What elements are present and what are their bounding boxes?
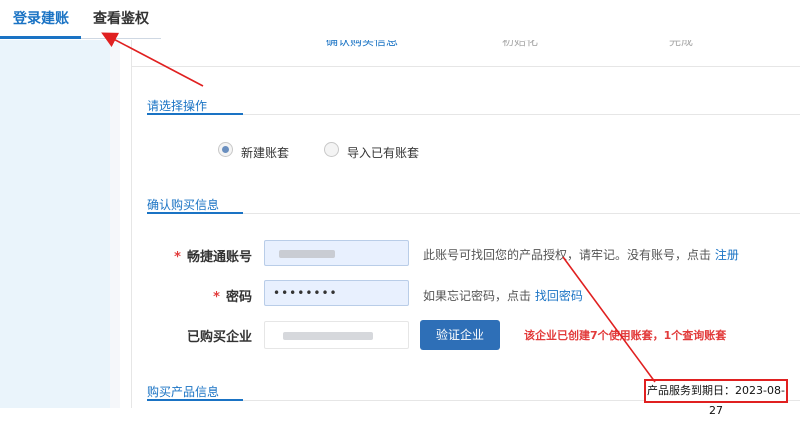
password-hint: 如果忘记密码，点击 找回密码	[423, 289, 583, 303]
step-initialize: 初始化	[502, 40, 539, 48]
account-label: * 畅捷通账号	[174, 250, 252, 265]
radio-import-account-set[interactable]	[324, 142, 339, 157]
section-underline	[147, 113, 243, 115]
required-mark: *	[213, 290, 220, 305]
section-underline	[147, 212, 243, 214]
recover-password-link[interactable]: 找回密码	[535, 289, 583, 303]
step-complete: 完成	[669, 40, 694, 48]
register-link[interactable]: 注册	[715, 248, 739, 262]
progress-steps: 确认购买信息 初始化 完成	[132, 40, 800, 67]
section-divider	[147, 213, 800, 214]
main-panel: 确认购买信息 初始化 完成 请选择操作 新建账套 导入已有账套 确认购买信息 *…	[131, 40, 800, 408]
section-divider	[147, 114, 800, 115]
radio-label-import: 导入已有账套	[347, 146, 420, 160]
active-tab-indicator	[0, 36, 81, 39]
required-mark: *	[174, 250, 181, 265]
tab-login-create-account[interactable]: 登录建账	[13, 8, 69, 28]
radio-label-new: 新建账套	[241, 146, 290, 160]
tab-indicator-track	[81, 38, 161, 39]
section-underline	[147, 399, 243, 401]
account-hint: 此账号可找回您的产品授权，请牢记。没有账号，点击 注册	[423, 248, 739, 262]
section-title-operation: 请选择操作	[147, 99, 208, 113]
company-account-note: 该企业已创建7个使用账套，1个查询账套	[524, 329, 727, 342]
redacted-value	[279, 250, 335, 258]
verify-company-button[interactable]: 验证企业	[420, 320, 500, 350]
step-confirm-purchase: 确认购买信息	[326, 40, 399, 48]
company-input[interactable]	[264, 321, 409, 349]
radio-new-account-set[interactable]	[218, 142, 233, 157]
password-label: * 密码	[213, 290, 252, 305]
section-title-purchase-info: 确认购买信息	[147, 198, 220, 212]
tab-view-authorization[interactable]: 查看鉴权	[93, 8, 149, 28]
top-tab-bar: 登录建账 查看鉴权	[0, 0, 800, 40]
content-gutter	[110, 40, 120, 408]
service-expiry-highlight: 产品服务到期日：2023-08-27	[644, 379, 788, 417]
company-label: 已购买企业	[186, 330, 252, 345]
sidebar	[0, 40, 110, 408]
section-title-product-info: 购买产品信息	[147, 385, 220, 399]
account-input[interactable]	[264, 240, 409, 266]
redacted-value	[283, 332, 373, 340]
password-input[interactable]: ••••••••	[264, 280, 409, 306]
